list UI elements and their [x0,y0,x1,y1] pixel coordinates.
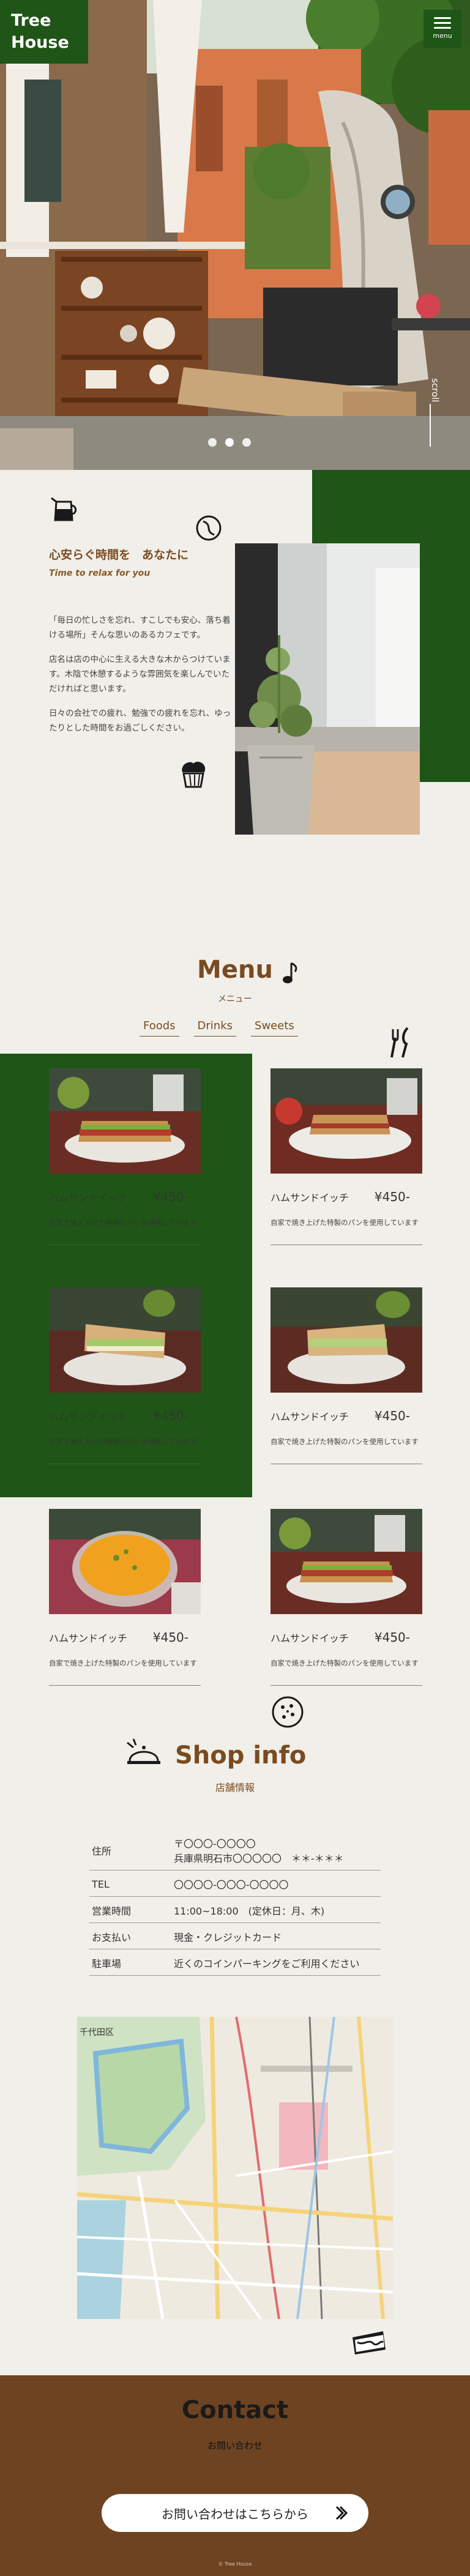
shop-info-label: 営業時間 [89,1896,171,1923]
tab-drinks[interactable]: Drinks [193,1018,237,1037]
menu-card[interactable]: ハムサンドイッチ ¥450- 自家で焼き上げた特製のパンを使用しています [270,1068,422,1245]
menu-item-price: ¥450- [152,1409,188,1423]
coffee-pot-icon [51,497,77,521]
contact-title: Contact [181,2396,289,2424]
hero-section: Tree House menu scroll [0,0,470,470]
menu-card[interactable]: ハムサンドイッチ ¥450- 自家で焼き上げた特製のパンを使用しています [270,1287,422,1464]
music-note-icon [283,962,297,983]
cookie-icon [272,1696,304,1728]
logo-line2: House [11,33,69,52]
shop-info-value: 近くのコインパーキングをご利用ください [171,1949,381,1976]
tab-sweets[interactable]: Sweets [251,1018,298,1037]
about-paragraph: 「毎日の忙しさを忘れ、すこしでも安心、落ち着ける場所」そんな思いのあるカフェです… [49,616,231,640]
coffee-bean-icon [196,515,222,541]
about-paragraph: 日々の会社での疲れ、勉強での疲れを忘れ、ゆったりとした時間をお過ごしください。 [49,709,231,733]
menu-item-price: ¥450- [374,1630,410,1645]
scroll-label: scroll [430,378,441,403]
site-logo[interactable]: Tree House [0,0,88,64]
about-body: 「毎日の忙しさを忘れ、すこしでも安心、落ち着ける場所」そんな思いのあるカフェです… [49,613,233,745]
contact-subtitle: お問い合わせ [207,2440,263,2451]
menu-item-desc: 自家で焼き上げた特製のパンを使用しています [270,1659,419,1667]
menu-card[interactable]: ハムサンドイッチ ¥450- 自家で焼き上げた特製のパンを使用しています [49,1068,201,1245]
shop-info-value: 〒〇〇〇-〇〇〇〇 兵庫県明石市〇〇〇〇〇 ＊＊-＊＊＊ [171,1830,381,1871]
menu-item-price: ¥450- [152,1189,188,1204]
address-line: 兵庫県明石市〇〇〇〇〇 ＊＊-＊＊＊ [174,1853,344,1864]
menu-card[interactable]: ハムサンドイッチ ¥450- 自家で焼き上げた特製のパンを使用しています [49,1509,201,1686]
menu-button-label: menu [433,32,452,40]
shop-info-row: 駐車場 近くのコインパーキングをご利用ください [89,1949,381,1976]
menu-item-desc: 自家で焼き上げた特製のパンを使用しています [270,1218,419,1227]
shop-info-label: お支払い [89,1923,171,1949]
muffin-icon [182,761,206,788]
carousel-dot[interactable] [242,438,251,447]
menu-item-name: ハムサンドイッチ [49,1632,128,1644]
logo-line1: Tree [11,11,51,30]
shop-info-label: 住所 [89,1830,171,1871]
menu-card-photo [49,1509,201,1614]
about-paragraph: 店名は店の中心に生える大きな木からつけています。木陰で休憩するような雰囲気を楽し… [49,655,231,694]
menu-item-desc: 自家で焼き上げた特製のパンを使用しています [49,1218,197,1227]
carousel-dots [208,438,251,447]
menu-item-desc: 自家で焼き上げた特製のパンを使用しています [49,1437,197,1446]
map-district-label: 千代田区 [80,2028,114,2038]
copyright: © Tree House [218,2561,252,2567]
shop-info-label: 駐車場 [89,1949,171,1976]
menu-item-desc: 自家で焼き上げた特製のパンを使用しています [270,1437,419,1446]
hero-photo [0,0,470,470]
menu-card-photo [49,1068,201,1174]
hamburger-icon [434,17,451,29]
menu-button[interactable]: menu [423,10,461,48]
shop-info-table: 住所 〒〇〇〇-〇〇〇〇 兵庫県明石市〇〇〇〇〇 ＊＊-＊＊＊ TEL 〇〇〇〇… [89,1830,381,1976]
about-heading: 心安らぐ時間を あなたに Time to relax for you [49,546,245,578]
shop-map[interactable]: 千代田区 [77,2017,393,2319]
menu-tabs: Foods Drinks Sweets [140,1018,298,1037]
scroll-indicator: scroll [421,343,448,447]
about-heading-ja: 心安らぐ時間を あなたに [49,548,189,562]
menu-card[interactable]: ハムサンドイッチ ¥450- 自家で焼き上げた特製のパンを使用しています [49,1287,201,1464]
menu-item-name: ハムサンドイッチ [49,1411,128,1423]
menu-item-divider [270,1685,422,1686]
shop-info-row: お支払い 現金・クレジットカード [89,1923,381,1949]
menu-item-name: ハムサンドイッチ [270,1632,349,1644]
menu-card-photo [49,1287,201,1393]
menu-card-photo [270,1068,422,1174]
shop-info-row: 住所 〒〇〇〇-〇〇〇〇 兵庫県明石市〇〇〇〇〇 ＊＊-＊＊＊ [89,1830,381,1871]
shop-info-value: 現金・クレジットカード [171,1923,381,1949]
cake-icon [352,2331,386,2355]
contact-section: Contact お問い合わせ お問い合わせはこちらから © Tree House [0,2375,470,2576]
chevron-right-icon [335,2506,348,2520]
about-heading-en: Time to relax for you [49,568,151,578]
shop-info-row: TEL 〇〇〇〇-〇〇〇-〇〇〇〇 [89,1870,381,1897]
menu-item-price: ¥450- [374,1409,410,1423]
menu-item-divider [49,1685,201,1686]
menu-item-desc: 自家で焼き上げた特製のパンを使用しています [49,1659,197,1667]
menu-title-text: Menu [197,956,273,984]
shop-info-value[interactable]: 〇〇〇〇-〇〇〇-〇〇〇〇 [171,1870,381,1897]
shop-section-title: Shop info [175,1741,307,1770]
menu-item-price: ¥450- [152,1630,188,1645]
shop-info-label: TEL [89,1870,171,1897]
shop-subtitle: 店舗情報 [215,1782,255,1793]
shop-info-value: 11:00~18:00 (定休日：月、木) [171,1896,381,1923]
cloche-icon [127,1738,160,1764]
fork-knife-icon [390,1027,409,1058]
menu-item-name: ハムサンドイッチ [270,1192,349,1204]
tab-foods[interactable]: Foods [140,1018,179,1037]
menu-subtitle: メニュー [218,994,252,1004]
menu-section-title: Menu [0,956,470,984]
scroll-line [430,404,431,447]
menu-item-name: ハムサンドイッチ [49,1192,128,1204]
menu-item-price: ¥450- [374,1189,410,1204]
carousel-dot-active[interactable] [225,438,234,447]
carousel-dot[interactable] [208,438,217,447]
menu-card[interactable]: ハムサンドイッチ ¥450- 自家で焼き上げた特製のパンを使用しています [270,1509,422,1686]
address-postal: 〒〇〇〇-〇〇〇〇 [174,1838,256,1850]
menu-item-name: ハムサンドイッチ [270,1411,349,1423]
shop-info-row: 営業時間 11:00~18:00 (定休日：月、木) [89,1896,381,1923]
contact-button[interactable]: お問い合わせはこちらから [102,2494,368,2532]
contact-button-label: お問い合わせはこちらから [162,2506,308,2522]
menu-card-photo [270,1509,422,1614]
about-photo [235,543,420,835]
menu-card-photo [270,1287,422,1393]
